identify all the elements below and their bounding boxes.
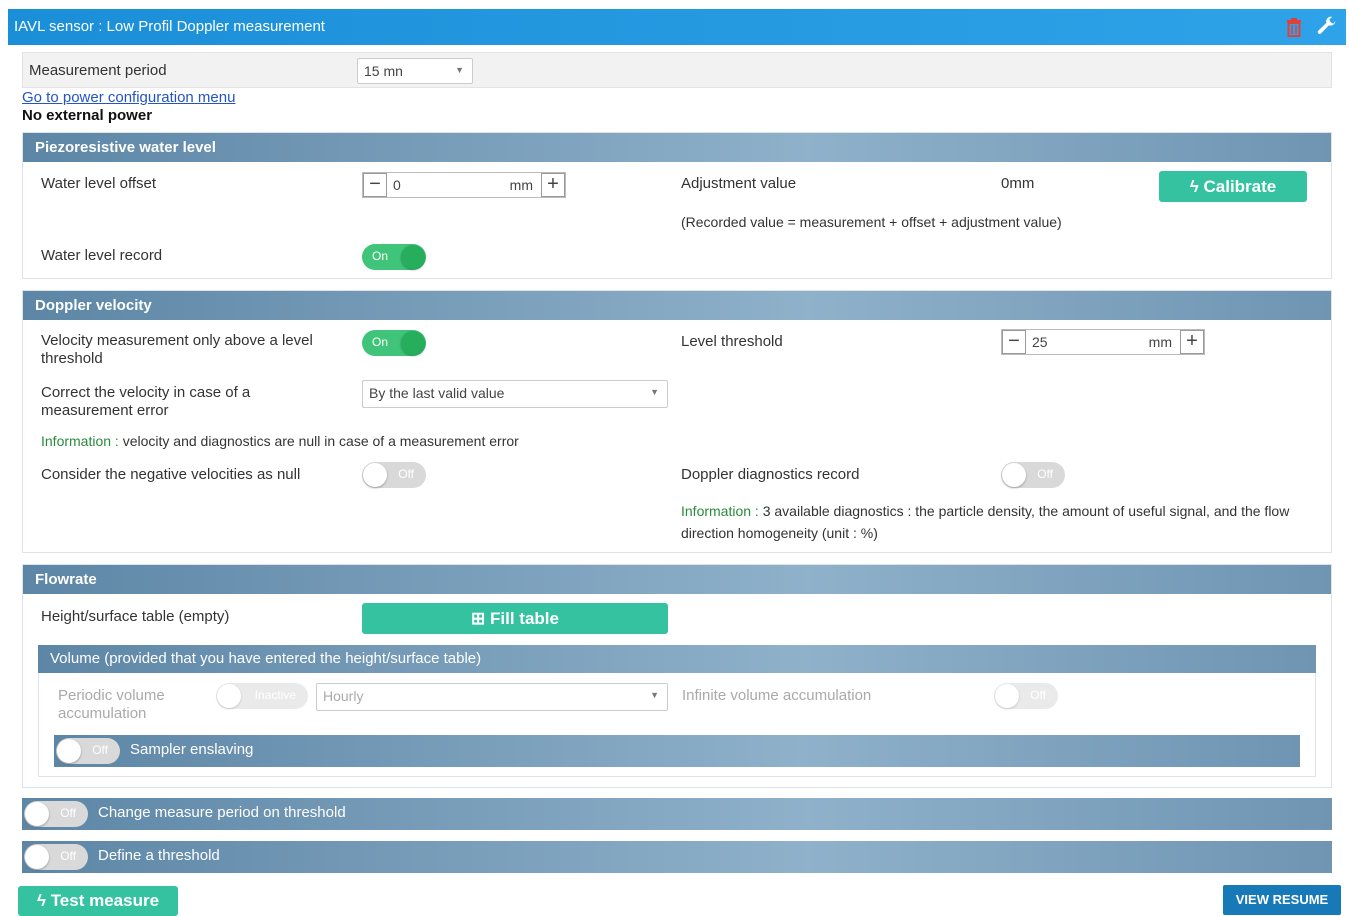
volume-header: Volume (provided that you have entered t… bbox=[38, 645, 1316, 673]
define-threshold-label: Define a threshold bbox=[98, 847, 220, 864]
wrench-icon[interactable] bbox=[1316, 15, 1338, 37]
sampler-label: Sampler enslaving bbox=[130, 741, 254, 758]
measurement-period-row: Measurement period 15 mn ▼ bbox=[22, 52, 1332, 88]
power-status: No external power bbox=[22, 107, 153, 124]
chevron-down-icon: ▼ bbox=[650, 387, 659, 397]
measurement-period-select[interactable]: 15 mn ▼ bbox=[357, 58, 473, 84]
water-record-toggle[interactable]: On bbox=[362, 244, 426, 270]
water-offset-stepper[interactable]: − 0 mm + bbox=[362, 172, 566, 198]
velocity-above-label: Velocity measurement only above a level … bbox=[41, 332, 313, 367]
change-period-bar: Off Change measure period on threshold bbox=[22, 798, 1332, 830]
water-offset-value[interactable]: 0 bbox=[393, 177, 401, 193]
fill-table-label: Fill table bbox=[490, 609, 559, 628]
minus-button[interactable]: − bbox=[363, 173, 387, 197]
level-threshold-value[interactable]: 25 bbox=[1032, 334, 1048, 350]
piezo-panel: Piezoresistive water level Water level o… bbox=[22, 132, 1332, 279]
adjustment-value: 0mm bbox=[1001, 175, 1035, 192]
correct-velocity-select[interactable]: By the last valid value ▼ bbox=[362, 380, 668, 408]
level-threshold-label: Level threshold bbox=[681, 333, 783, 350]
calibrate-button[interactable]: ϟ Calibrate bbox=[1159, 171, 1307, 202]
test-measure-button[interactable]: ϟ Test measure bbox=[18, 886, 178, 916]
periodic-volume-toggle[interactable]: Inactive bbox=[216, 683, 308, 709]
flowrate-header: Flowrate bbox=[23, 565, 1331, 594]
adjustment-label: Adjustment value bbox=[681, 175, 797, 192]
info-null-text: Information : velocity and diagnostics a… bbox=[41, 433, 519, 449]
plus-button[interactable]: + bbox=[541, 173, 565, 197]
velocity-above-toggle[interactable]: On bbox=[362, 330, 426, 356]
periodic-volume-label: Periodic volume accumulation bbox=[58, 687, 165, 722]
correct-velocity-value: By the last valid value bbox=[369, 385, 505, 401]
info-diagnostics-text: Information : 3 available diagnostics : … bbox=[681, 503, 1290, 541]
piezo-header: Piezoresistive water level bbox=[23, 133, 1331, 162]
view-resume-button[interactable]: VIEW RESUME bbox=[1223, 885, 1341, 915]
negative-velocity-label: Consider the negative velocities as null bbox=[41, 466, 301, 483]
periodic-volume-select[interactable]: Hourly ▼ bbox=[316, 683, 668, 711]
measurement-period-value: 15 mn bbox=[364, 63, 403, 79]
water-offset-unit: mm bbox=[509, 177, 533, 193]
infinite-volume-label: Infinite volume accumulation bbox=[682, 687, 872, 704]
level-threshold-stepper[interactable]: − 25 mm + bbox=[1001, 329, 1205, 355]
level-threshold-unit: mm bbox=[1148, 334, 1172, 350]
sampler-toggle[interactable]: Off bbox=[56, 738, 120, 764]
volume-body: Periodic volume accumulation Inactive Ho… bbox=[38, 673, 1316, 777]
diagnostics-record-toggle[interactable]: Off bbox=[1001, 462, 1065, 488]
bolt-icon: ϟ bbox=[1189, 177, 1199, 196]
fill-table-button[interactable]: ⊞ Fill table bbox=[362, 603, 668, 634]
define-threshold-toggle[interactable]: Off bbox=[24, 844, 88, 870]
periodic-volume-value: Hourly bbox=[323, 688, 364, 704]
test-measure-label: Test measure bbox=[50, 891, 160, 910]
bolt-icon: ϟ bbox=[36, 891, 46, 910]
water-record-label: Water level record bbox=[41, 247, 163, 264]
top-bar: IAVL sensor : Low Profil Doppler measure… bbox=[8, 9, 1346, 45]
chevron-down-icon: ▼ bbox=[455, 65, 464, 75]
sampler-bar: Off Sampler enslaving bbox=[54, 735, 1300, 767]
measurement-period-label: Measurement period bbox=[29, 62, 167, 79]
trash-icon[interactable] bbox=[1286, 17, 1302, 37]
negative-velocity-toggle[interactable]: Off bbox=[362, 462, 426, 488]
doppler-panel: Doppler velocity Velocity measurement on… bbox=[22, 290, 1332, 553]
infinite-volume-toggle[interactable]: Off bbox=[994, 683, 1058, 709]
calibrate-label: Calibrate bbox=[1203, 177, 1277, 196]
flowrate-panel: Flowrate Height/surface table (empty) ⊞ … bbox=[22, 564, 1332, 788]
change-period-toggle[interactable]: Off bbox=[24, 801, 88, 827]
minus-button[interactable]: − bbox=[1002, 330, 1026, 354]
chevron-down-icon: ▼ bbox=[650, 690, 659, 700]
plus-button[interactable]: + bbox=[1180, 330, 1204, 354]
formula-text: (Recorded value = measurement + offset +… bbox=[681, 214, 1062, 230]
diagnostics-record-label: Doppler diagnostics record bbox=[681, 466, 860, 483]
water-offset-label: Water level offset bbox=[41, 175, 157, 192]
define-threshold-bar: Off Define a threshold bbox=[22, 841, 1332, 873]
doppler-header: Doppler velocity bbox=[23, 291, 1331, 320]
change-period-label: Change measure period on threshold bbox=[98, 804, 346, 821]
sensor-title: IAVL sensor : Low Profil Doppler measure… bbox=[14, 18, 325, 35]
power-config-link[interactable]: Go to power configuration menu bbox=[22, 89, 235, 106]
table-icon: ⊞ bbox=[471, 609, 486, 628]
height-table-label: Height/surface table (empty) bbox=[41, 608, 230, 625]
correct-velocity-label: Correct the velocity in case of a measur… bbox=[41, 384, 251, 419]
